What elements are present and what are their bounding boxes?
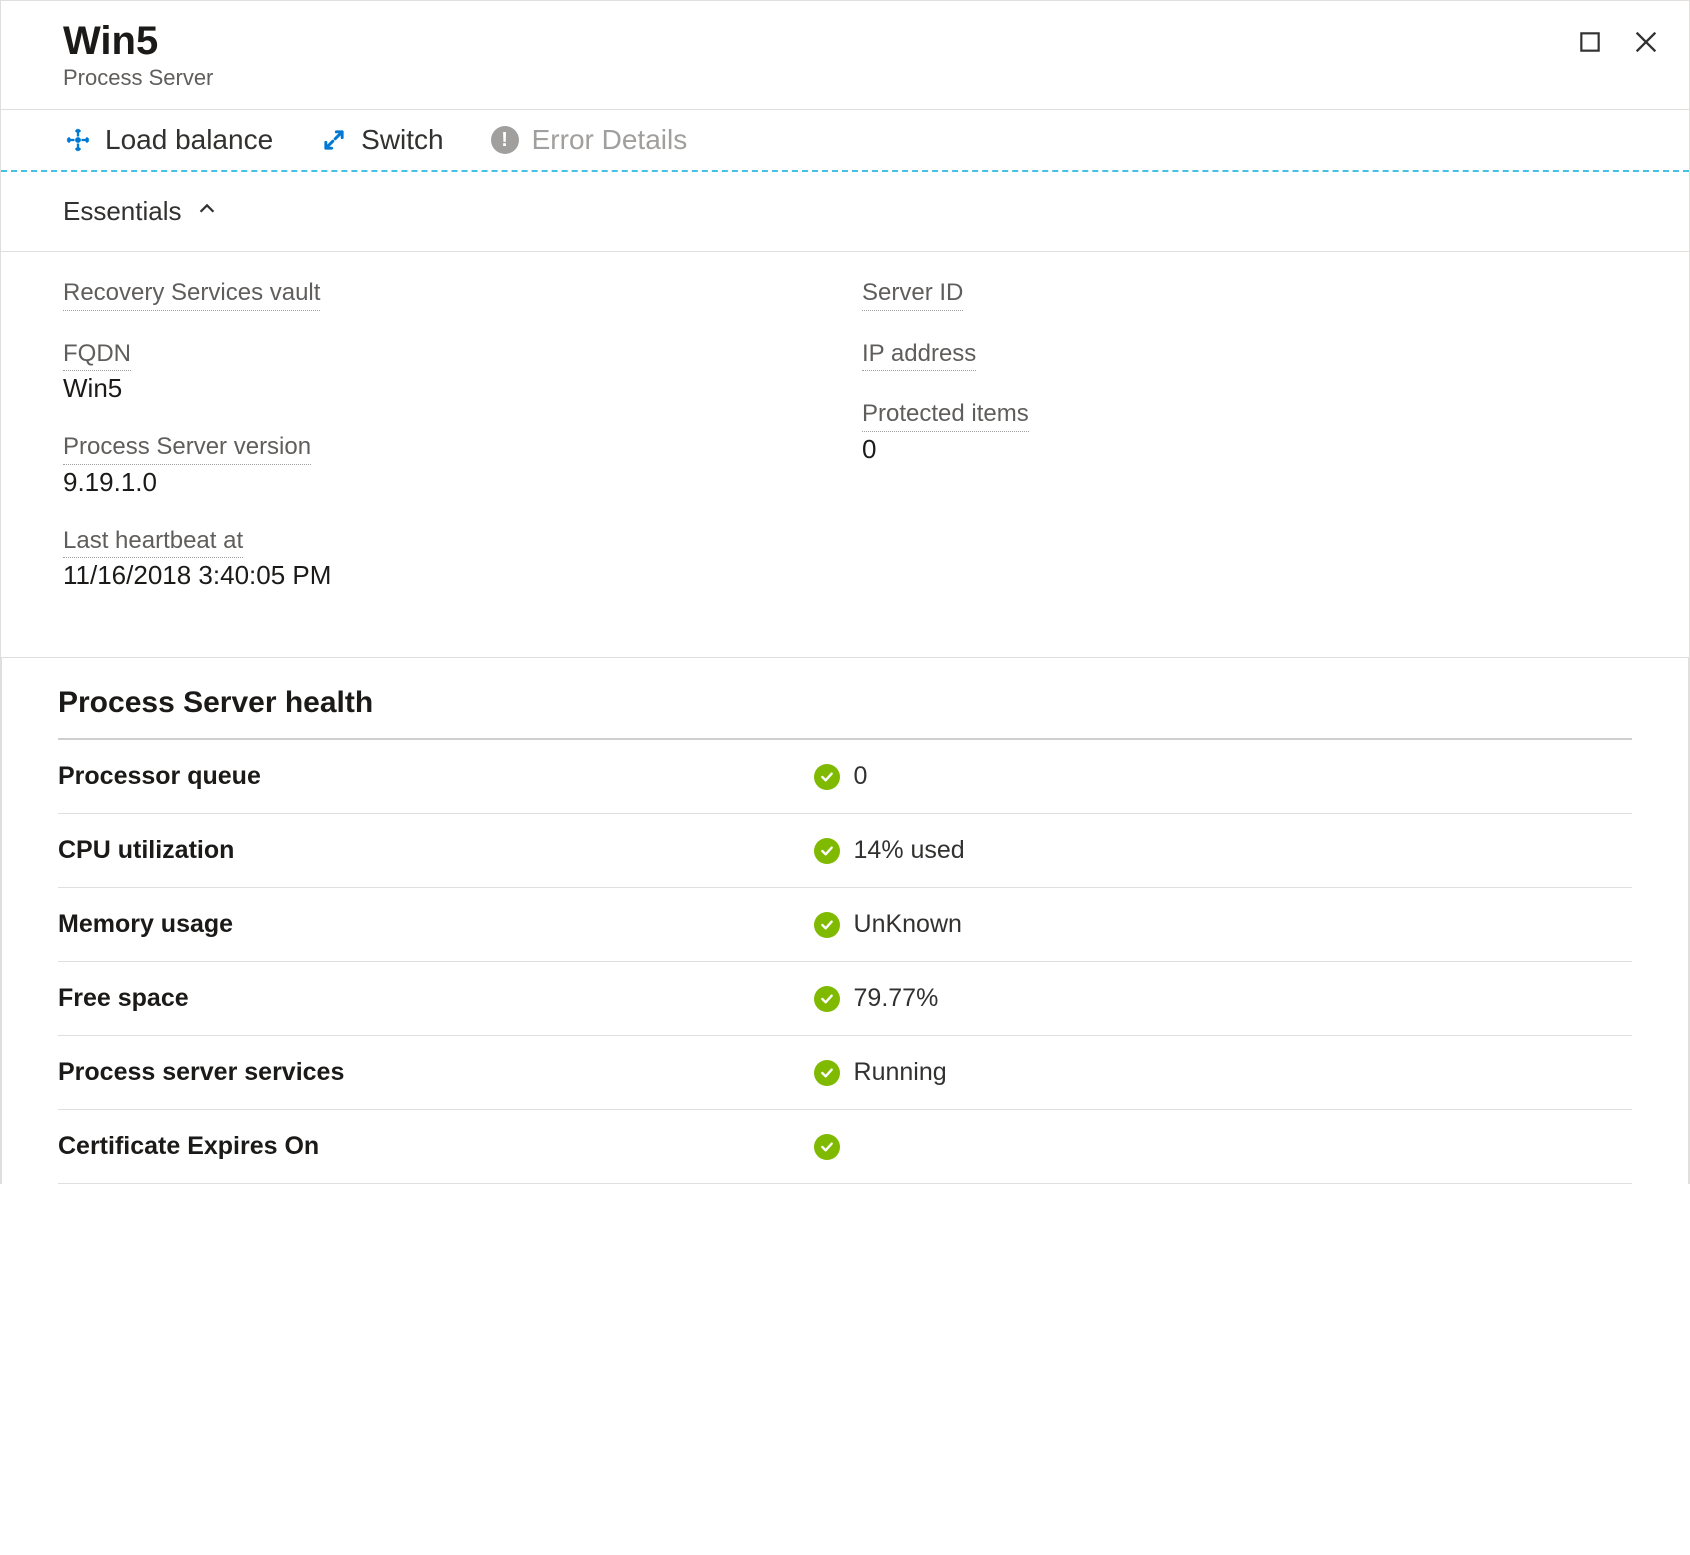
blade-header: Win5 Process Server [1, 1, 1689, 110]
load-balance-icon [63, 125, 93, 155]
field-server-id: Server ID [862, 276, 1661, 311]
health-row-status: 0 [814, 762, 868, 791]
health-row: Certificate Expires On [58, 1110, 1632, 1184]
health-title: Process Server health [58, 686, 1632, 740]
health-panel: Process Server health Processor queue 0 CP… [1, 657, 1689, 1184]
field-label: Server ID [862, 276, 963, 311]
health-row-label: CPU utilization [58, 836, 814, 865]
health-row-value: 14% used [854, 836, 965, 865]
field-protected-items: Protected items 0 [862, 397, 1661, 465]
switch-button[interactable]: Switch [319, 124, 443, 156]
health-row-status: Running [814, 1058, 947, 1087]
health-row: Process server services Running [58, 1036, 1632, 1110]
toolbar-item-label: Error Details [532, 124, 688, 156]
health-row-label: Certificate Expires On [58, 1132, 814, 1161]
error-details-button: ! Error Details [490, 124, 688, 156]
field-fqdn: FQDN Win5 [63, 337, 862, 405]
field-last-heartbeat: Last heartbeat at 11/16/2018 3:40:05 PM [63, 524, 862, 592]
health-row-status [814, 1134, 854, 1160]
status-ok-icon [814, 764, 840, 790]
health-row-value: Running [854, 1058, 947, 1087]
error-details-icon: ! [490, 125, 520, 155]
essentials-label: Essentials [63, 196, 182, 227]
status-ok-icon [814, 1134, 840, 1160]
blade-root: Win5 Process Server Load balance [0, 0, 1690, 1184]
health-row: Free space 79.77% [58, 962, 1632, 1036]
field-value: 9.19.1.0 [63, 467, 862, 498]
health-row-status: 14% used [814, 836, 965, 865]
health-row-value: 0 [854, 762, 868, 791]
health-row-label: Process server services [58, 1058, 814, 1087]
essentials-left-column: Recovery Services vault FQDN Win5 Proces… [63, 276, 862, 617]
health-row-value: UnKnown [854, 910, 962, 939]
status-ok-icon [814, 1060, 840, 1086]
field-value: 11/16/2018 3:40:05 PM [63, 560, 862, 591]
essentials-toggle[interactable]: Essentials [1, 172, 1689, 252]
field-label: FQDN [63, 337, 131, 372]
essentials-right-column: Server ID IP address Protected items 0 [862, 276, 1661, 617]
health-row-label: Free space [58, 984, 814, 1013]
health-row-label: Memory usage [58, 910, 814, 939]
page-title: Win5 [63, 19, 1575, 63]
field-label: Last heartbeat at [63, 524, 243, 559]
field-label: IP address [862, 337, 976, 372]
load-balance-button[interactable]: Load balance [63, 124, 273, 156]
page-subtitle: Process Server [63, 65, 1575, 91]
health-row-label: Processor queue [58, 762, 814, 791]
health-row-status: UnKnown [814, 910, 962, 939]
restore-icon[interactable] [1575, 27, 1605, 57]
status-ok-icon [814, 986, 840, 1012]
field-ip-address: IP address [862, 337, 1661, 372]
toolbar-item-label: Switch [361, 124, 443, 156]
health-rows: Processor queue 0 CPU utilization 14% used M… [58, 740, 1632, 1184]
field-label: Process Server version [63, 430, 311, 465]
health-row: Processor queue 0 [58, 740, 1632, 814]
toolbar-item-label: Load balance [105, 124, 273, 156]
status-ok-icon [814, 912, 840, 938]
health-row: Memory usage UnKnown [58, 888, 1632, 962]
health-row-value: 79.77% [854, 984, 939, 1013]
status-ok-icon [814, 838, 840, 864]
header-actions [1575, 19, 1661, 57]
field-value: 0 [862, 434, 1661, 465]
field-process-server-version: Process Server version 9.19.1.0 [63, 430, 862, 498]
field-recovery-vault: Recovery Services vault [63, 276, 862, 311]
chevron-up-icon [196, 196, 218, 227]
switch-icon [319, 125, 349, 155]
field-label: Recovery Services vault [63, 276, 320, 311]
field-value: Win5 [63, 373, 862, 404]
health-row-status: 79.77% [814, 984, 939, 1013]
field-label: Protected items [862, 397, 1029, 432]
essentials-body: Recovery Services vault FQDN Win5 Proces… [1, 252, 1689, 645]
toolbar: Load balance Switch ! Error Details [1, 110, 1689, 172]
close-icon[interactable] [1631, 27, 1661, 57]
health-row: CPU utilization 14% used [58, 814, 1632, 888]
header-titles: Win5 Process Server [63, 19, 1575, 91]
